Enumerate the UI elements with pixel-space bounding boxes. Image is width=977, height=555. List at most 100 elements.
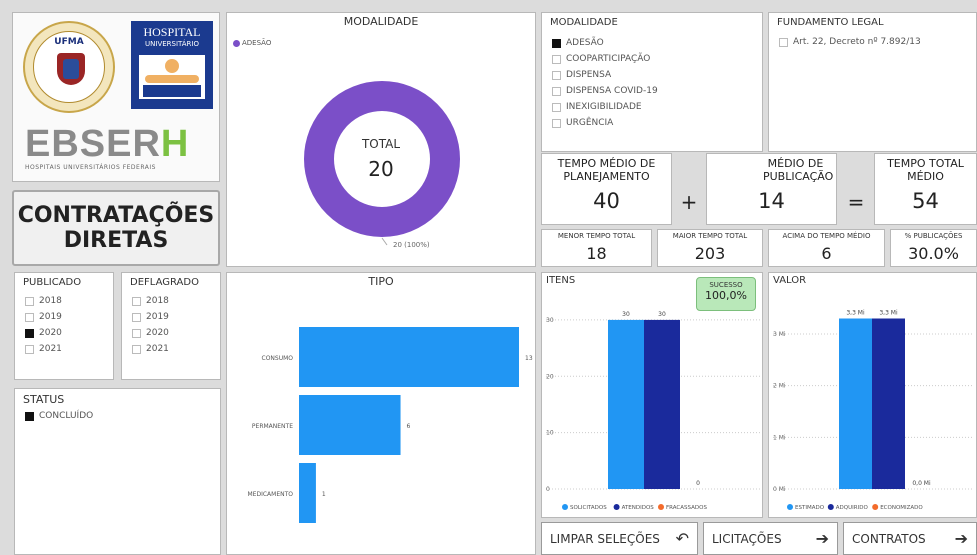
series-bar[interactable] [644, 319, 680, 489]
legend-label: ECONOMIZADO [880, 505, 923, 511]
tipo-bar[interactable] [299, 327, 519, 387]
deflagrado-option[interactable]: 2019 [132, 309, 169, 325]
checkbox[interactable] [25, 328, 34, 338]
checkbox[interactable] [132, 312, 141, 322]
publicado-title: PUBLICADO [23, 277, 82, 288]
modalidade-option[interactable]: DISPENSA [552, 67, 658, 83]
publicado-option[interactable]: 2020 [25, 325, 62, 341]
publicado-option-label: 2021 [39, 344, 62, 354]
checkbox[interactable] [25, 411, 34, 421]
checkbox[interactable] [552, 70, 561, 80]
mini-kpi-card: MAIOR TEMPO TOTAL 203 [657, 229, 763, 267]
tipo-bar[interactable] [299, 463, 316, 523]
tipo-chart-card: TIPO CONSUMO 13 PERMANENTE 6 MEDICAMENTO 1 [226, 272, 536, 555]
modalidade-option[interactable]: URGÊNCIA [552, 115, 658, 131]
y-tick-label: 10 [546, 430, 554, 437]
ebserh-h: H [160, 123, 189, 165]
tipo-category-label: CONSUMO [262, 355, 294, 362]
mini-kpi-label: % PUBLICAÇÕES [904, 232, 963, 240]
y-tick-label: 30 [546, 317, 554, 324]
publicado-option-label: 2019 [39, 312, 62, 322]
kpi-publicacao-value: 14 [758, 189, 785, 213]
tipo-value-label: 1 [322, 491, 326, 498]
checkbox[interactable] [552, 102, 561, 112]
modalidade-option[interactable]: ADESÃO [552, 35, 658, 51]
y-tick-label: 0 [546, 486, 550, 493]
tipo-value-label: 6 [407, 423, 411, 430]
y-tick-label: 0 Mi [773, 486, 786, 493]
modalidade-option-label: INEXIGIBILIDADE [566, 102, 642, 112]
checkbox[interactable] [552, 54, 561, 64]
fundamento-title: FUNDAMENTO LEGAL [777, 17, 884, 28]
checkbox[interactable] [552, 86, 561, 96]
deflagrado-option[interactable]: 2018 [132, 293, 169, 309]
title-line-1: CONTRATAÇÕES [17, 203, 215, 228]
page-title: CONTRATAÇÕES DIRETAS [12, 190, 220, 266]
y-tick-label: 1 Mi [773, 434, 786, 441]
fundamento-legal-slicer: FUNDAMENTO LEGAL Art. 22, Decreto nº 7.8… [768, 12, 977, 152]
publicado-option-label: 2018 [39, 296, 62, 306]
modalidade-option[interactable]: INEXIGIBILIDADE [552, 99, 658, 115]
modalidade-option-label: URGÊNCIA [566, 118, 614, 128]
series-bar[interactable] [839, 318, 872, 490]
itens-bar-chart: 0 10 20 30 30 30 0 SOLICITADOS ATENDIDOS FRACASSA… [546, 311, 760, 511]
mini-kpi-value: 18 [586, 244, 607, 263]
mini-kpi-value: 30.0% [908, 244, 959, 263]
series-bar[interactable] [608, 319, 644, 489]
mini-kpi-label: MENOR TEMPO TOTAL [557, 232, 636, 240]
status-option-label: CONCLUÍDO [39, 411, 94, 421]
kpi-total: TEMPO TOTAL MÉDIO 54 [874, 153, 977, 225]
deflagrado-option[interactable]: 2021 [132, 341, 169, 357]
plus-sign: + [680, 190, 698, 214]
publicado-option-label: 2020 [39, 328, 62, 338]
deflagrado-option-label: 2019 [146, 312, 169, 322]
kpi-publicacao: MÉDIO DE PUBLICAÇÃO 14 [706, 153, 837, 225]
y-tick-label: 20 [546, 373, 554, 380]
modalidade-donut-card: MODALIDADE ADESÃO TOTAL 20 20 (100%) [226, 12, 536, 267]
contratos-button[interactable]: CONTRATOS ➔ [843, 522, 977, 555]
bar-value-label: 3,3 Mi [846, 310, 865, 317]
ufma-seal-logo: UFMA [23, 21, 115, 113]
bar-value-label: 30 [658, 311, 666, 318]
status-slicer: STATUS CONCLUÍDO [14, 388, 221, 555]
legend-dot [658, 504, 664, 510]
fundamento-option[interactable]: Art. 22, Decreto nº 7.892/13 [779, 35, 921, 49]
checkbox[interactable] [25, 296, 34, 306]
publicado-option[interactable]: 2019 [25, 309, 62, 325]
undo-icon: ↶ [675, 529, 689, 548]
legend-dot [787, 504, 793, 510]
donut-center-value: 20 [368, 157, 394, 181]
kpi-publicacao-label: MÉDIO DE PUBLICAÇÃO [763, 157, 834, 183]
status-option[interactable]: CONCLUÍDO [25, 409, 93, 423]
checkbox[interactable] [132, 296, 141, 306]
fundamento-option-label: Art. 22, Decreto nº 7.892/13 [793, 37, 921, 47]
checkbox[interactable] [25, 312, 34, 322]
legend-dot [613, 504, 620, 510]
checkbox[interactable] [25, 344, 34, 354]
mini-kpi-card: ACIMA DO TEMPO MÉDIO 6 [768, 229, 885, 267]
deflagrado-option[interactable]: 2020 [132, 325, 169, 341]
limpar-selecoes-label: LIMPAR SELEÇÕES [550, 531, 660, 546]
licitacoes-button[interactable]: LICITAÇÕES ➔ [703, 522, 838, 555]
checkbox[interactable] [132, 344, 141, 354]
ebserh-tagline: HOSPITAIS UNIVERSITÁRIOS FEDERAIS [25, 164, 156, 171]
legend-dot [872, 504, 879, 510]
series-bar[interactable] [872, 318, 905, 490]
donut-data-label: 20 (100%) [393, 241, 430, 249]
modalidade-option[interactable]: COOPARTICIPAÇÃO [552, 51, 658, 67]
legend-label: ADQUIRIDO [836, 505, 869, 511]
deflagrado-title: DEFLAGRADO [130, 277, 199, 288]
publicado-option[interactable]: 2021 [25, 341, 62, 357]
tipo-bar-chart: CONSUMO 13 PERMANENTE 6 MEDICAMENTO 1 [248, 327, 533, 523]
tipo-bar[interactable] [299, 395, 401, 455]
modalidade-option[interactable]: DISPENSA COVID-19 [552, 83, 658, 99]
checkbox[interactable] [552, 118, 561, 128]
publicado-option[interactable]: 2018 [25, 293, 62, 309]
limpar-selecoes-button[interactable]: LIMPAR SELEÇÕES ↶ [541, 522, 698, 555]
mini-kpi-value: 203 [694, 244, 726, 263]
checkbox[interactable] [779, 37, 788, 47]
checkbox[interactable] [552, 38, 561, 48]
checkbox[interactable] [132, 328, 141, 338]
kpi-planejamento-label: TEMPO MÉDIO DE PLANEJAMENTO [557, 157, 656, 183]
mini-kpi-label: ACIMA DO TEMPO MÉDIO [782, 232, 871, 240]
